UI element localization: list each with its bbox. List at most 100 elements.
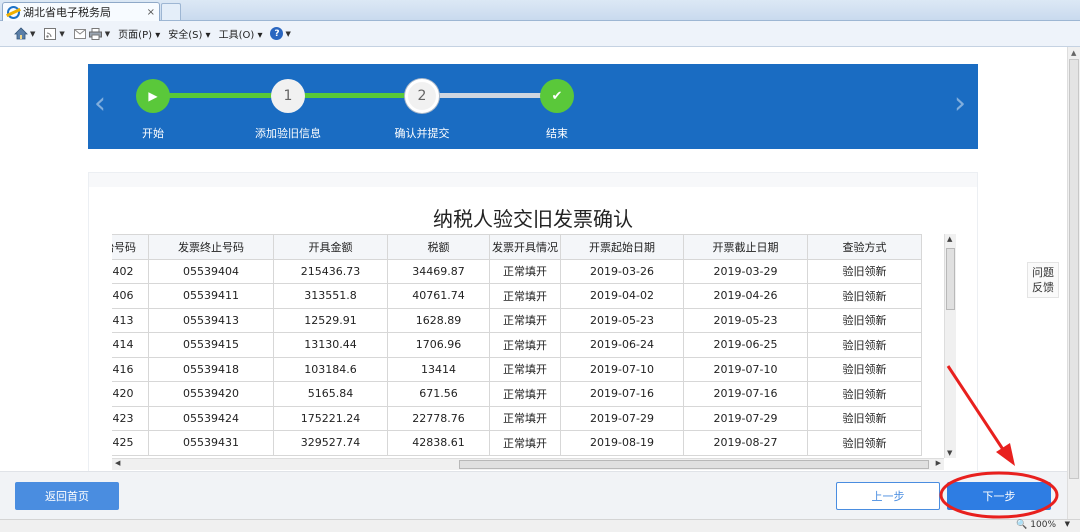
cell-issue-start-date: 2019-07-29 — [560, 405, 684, 431]
confirmation-panel: 纳税人验交旧发票确认 始号码 发票终止号码 开具金额 税额 发票开具情况 开票起… — [88, 172, 978, 472]
tab-close-icon[interactable]: × — [147, 7, 155, 18]
play-icon: ▶ — [148, 89, 158, 103]
step-1-label: 添加验旧信息 — [255, 127, 321, 140]
feeds-icon[interactable] — [43, 27, 57, 41]
cell-tax: 1706.96 — [387, 332, 490, 358]
col-start-number: 始号码 — [112, 234, 149, 260]
step-2-label: 确认并提交 — [394, 127, 450, 140]
cell-check-method: 验旧领新 — [807, 307, 922, 333]
table-scroll-down-icon[interactable]: ▼ — [947, 449, 952, 457]
check-icon: ✔ — [551, 88, 563, 104]
cell-tax: 42838.61 — [387, 430, 490, 456]
browser-command-bar: ▼ ▼ ▼ 页面(P) ▾ 安全(S) ▾ 工具(O) ▾ ? ▼ — [0, 21, 1080, 47]
cell-check-method: 验旧领新 — [807, 381, 922, 407]
table-hscroll-thumb[interactable] — [459, 460, 929, 469]
next-step-button[interactable]: 下一步 — [947, 482, 1051, 510]
cell-issue-status: 正常填开 — [489, 258, 561, 284]
cell-issue-end-date: 2019-04-26 — [683, 283, 808, 309]
help-dropdown-icon[interactable]: ▼ — [285, 30, 290, 38]
cell-amount: 13130.44 — [273, 332, 388, 358]
tools-menu[interactable]: 工具(O) ▾ — [219, 26, 263, 41]
cell-issue-end-date: 2019-07-29 — [683, 405, 808, 431]
home-icon[interactable] — [14, 27, 28, 41]
home-dropdown-icon[interactable]: ▼ — [30, 30, 35, 38]
cell-end-number: 05539420 — [148, 381, 274, 407]
help-icon[interactable]: ? — [270, 27, 284, 40]
table-row[interactable]: 0416 05539418 103184.6 13414 正常填开 2019-0… — [112, 356, 922, 382]
col-check-method: 查验方式 — [807, 234, 922, 260]
table-scroll-up-icon[interactable]: ▲ — [947, 235, 952, 243]
cell-check-method: 验旧领新 — [807, 430, 922, 456]
zoom-dropdown-icon[interactable]: ▼ — [1065, 520, 1070, 528]
table-vscroll-thumb[interactable] — [946, 248, 955, 310]
cell-amount: 175221.24 — [273, 405, 388, 431]
browser-tab-bar: 湖北省电子税务局 × — [0, 0, 1080, 21]
step-1-circle: 1 — [271, 79, 305, 113]
table-row[interactable]: 0423 05539424 175221.24 22778.76 正常填开 20… — [112, 405, 922, 431]
cell-end-number: 05539424 — [148, 405, 274, 431]
next-arrow-icon[interactable]: › — [954, 86, 966, 121]
print-icon[interactable] — [89, 27, 103, 41]
ie-logo-icon — [7, 5, 20, 19]
cell-issue-start-date: 2019-03-26 — [560, 258, 684, 284]
back-home-button[interactable]: 返回首页 — [15, 482, 119, 510]
table-row[interactable]: 0414 05539415 13130.44 1706.96 正常填开 2019… — [112, 332, 922, 358]
scroll-up-icon[interactable]: ▲ — [1071, 49, 1076, 57]
cell-amount: 313551.8 — [273, 283, 388, 309]
cell-issue-end-date: 2019-08-27 — [683, 430, 808, 456]
prev-arrow-icon[interactable]: ‹ — [94, 86, 106, 121]
cell-end-number: 05539431 — [148, 430, 274, 456]
new-tab-button[interactable] — [161, 3, 181, 20]
invoice-table-viewport: 始号码 发票终止号码 开具金额 税额 发票开具情况 开票起始日期 开票截止日期 … — [112, 234, 956, 473]
zoom-level[interactable]: 🔍 100% — [1016, 520, 1056, 530]
tab-title: 湖北省电子税务局 — [23, 6, 111, 19]
browser-status-bar: 🔍 100% ▼ — [0, 519, 1080, 532]
cell-end-number: 05539404 — [148, 258, 274, 284]
step-2-circle: 2 — [405, 79, 439, 113]
cell-issue-end-date: 2019-06-25 — [683, 332, 808, 358]
page-menu[interactable]: 页面(P) ▾ — [118, 26, 160, 41]
cell-end-number: 05539411 — [148, 283, 274, 309]
footer-bar: 返回首页 上一步 下一步 — [0, 471, 1067, 519]
col-issue-status: 发票开具情况 — [489, 234, 561, 260]
cell-tax: 40761.74 — [387, 283, 490, 309]
safety-menu[interactable]: 安全(S) ▾ — [168, 26, 210, 41]
feedback-line-2: 反馈 — [1032, 281, 1054, 294]
feeds-dropdown-icon[interactable]: ▼ — [59, 30, 64, 38]
cell-issue-start-date: 2019-06-24 — [560, 332, 684, 358]
cell-end-number: 05539418 — [148, 356, 274, 382]
table-row[interactable]: 0406 05539411 313551.8 40761.74 正常填开 201… — [112, 283, 922, 309]
feedback-line-1: 问题 — [1032, 266, 1054, 279]
previous-step-button[interactable]: 上一步 — [836, 482, 940, 510]
cell-start-number: 0423 — [112, 405, 149, 431]
browser-tab[interactable]: 湖北省电子税务局 × — [2, 2, 160, 21]
table-vertical-scrollbar[interactable]: ▲ ▼ — [944, 234, 956, 458]
cell-check-method: 验旧领新 — [807, 356, 922, 382]
step-start-circle: ▶ — [136, 79, 170, 113]
mail-icon[interactable] — [73, 27, 87, 41]
table-row[interactable]: 0420 05539420 5165.84 671.56 正常填开 2019-0… — [112, 381, 922, 407]
cell-issue-status: 正常填开 — [489, 430, 561, 456]
table-scroll-left-icon[interactable]: ◀ — [115, 459, 120, 467]
col-tax: 税额 — [387, 234, 490, 260]
table-horizontal-scrollbar[interactable]: ◀ ▶ — [112, 458, 944, 470]
col-end-number: 发票终止号码 — [148, 234, 274, 260]
annotation-arrow-head — [996, 443, 1015, 466]
table-row[interactable]: 0402 05539404 215436.73 34469.87 正常填开 20… — [112, 258, 922, 284]
cell-start-number: 0402 — [112, 258, 149, 284]
print-dropdown-icon[interactable]: ▼ — [105, 30, 110, 38]
cell-start-number: 0420 — [112, 381, 149, 407]
table-scroll-right-icon[interactable]: ▶ — [936, 459, 941, 467]
cell-amount: 215436.73 — [273, 258, 388, 284]
cell-issue-end-date: 2019-03-29 — [683, 258, 808, 284]
table-row[interactable]: 0425 05539431 329527.74 42838.61 正常填开 20… — [112, 430, 922, 456]
page-scrollbar[interactable]: ▲ — [1067, 47, 1080, 519]
cell-issue-start-date: 2019-04-02 — [560, 283, 684, 309]
cell-tax: 1628.89 — [387, 307, 490, 333]
feedback-widget[interactable]: 问题 反馈 — [1027, 262, 1059, 298]
page-scroll-thumb[interactable] — [1069, 59, 1079, 479]
col-amount: 开具金额 — [273, 234, 388, 260]
cell-amount: 329527.74 — [273, 430, 388, 456]
table-row[interactable]: 0413 05539413 12529.91 1628.89 正常填开 2019… — [112, 307, 922, 333]
cell-check-method: 验旧领新 — [807, 258, 922, 284]
